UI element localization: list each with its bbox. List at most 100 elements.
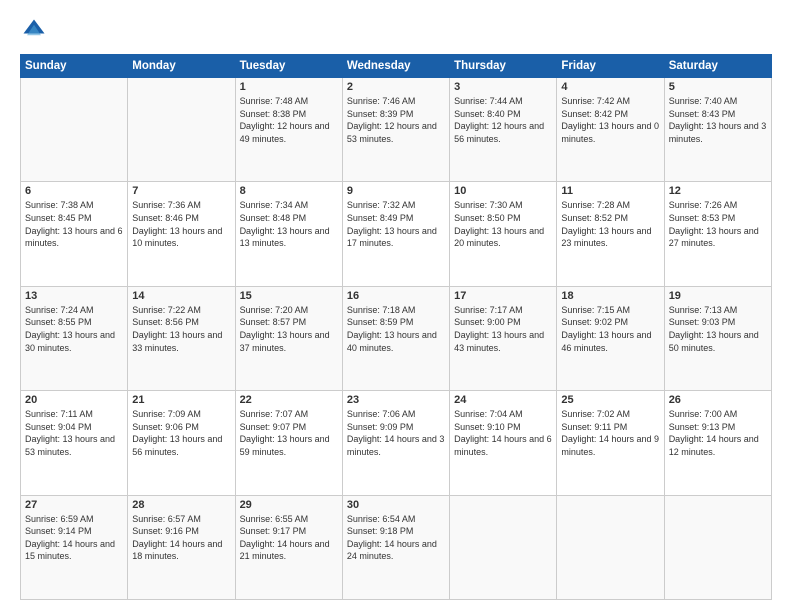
day-number: 15 xyxy=(240,290,338,302)
day-number: 17 xyxy=(454,290,552,302)
day-number: 7 xyxy=(132,185,230,197)
day-info: Sunrise: 7:42 AM Sunset: 8:42 PM Dayligh… xyxy=(561,95,659,145)
table-row xyxy=(450,495,557,599)
day-number: 20 xyxy=(25,394,123,406)
table-row: 13 Sunrise: 7:24 AM Sunset: 8:55 PM Dayli… xyxy=(21,286,128,390)
table-row: 24 Sunrise: 7:04 AM Sunset: 9:10 PM Dayli… xyxy=(450,391,557,495)
day-info: Sunrise: 7:13 AM Sunset: 9:03 PM Dayligh… xyxy=(669,304,767,354)
day-info: Sunrise: 7:26 AM Sunset: 8:53 PM Dayligh… xyxy=(669,199,767,249)
table-row: 8Sunrise: 7:34 AM Sunset: 8:48 PM Daylig… xyxy=(235,182,342,286)
day-number: 4 xyxy=(561,81,659,93)
day-info: Sunrise: 7:07 AM Sunset: 9:07 PM Dayligh… xyxy=(240,408,338,458)
table-row: 3 Sunrise: 7:44 AM Sunset: 8:40 PM Daylig… xyxy=(450,78,557,182)
col-sunday: Sunday xyxy=(21,55,128,78)
day-info: Sunrise: 7:28 AM Sunset: 8:52 PM Dayligh… xyxy=(561,199,659,249)
day-number: 8 xyxy=(240,185,338,197)
table-row: 6 Sunrise: 7:38 AM Sunset: 8:45 PM Daylig… xyxy=(21,182,128,286)
day-number: 25 xyxy=(561,394,659,406)
table-row xyxy=(557,495,664,599)
day-info: Sunrise: 7:36 AM Sunset: 8:46 PM Dayligh… xyxy=(132,199,230,249)
table-row: 23Sunrise: 7:06 AM Sunset: 9:09 PM Dayli… xyxy=(342,391,449,495)
day-info: Sunrise: 7:22 AM Sunset: 8:56 PM Dayligh… xyxy=(132,304,230,354)
day-number: 3 xyxy=(454,81,552,93)
table-row: 5 Sunrise: 7:40 AM Sunset: 8:43 PM Daylig… xyxy=(664,78,771,182)
table-row: 27 Sunrise: 6:59 AM Sunset: 9:14 PM Dayli… xyxy=(21,495,128,599)
table-row xyxy=(128,78,235,182)
day-number: 22 xyxy=(240,394,338,406)
table-row: 26 Sunrise: 7:00 AM Sunset: 9:13 PM Dayli… xyxy=(664,391,771,495)
day-number: 27 xyxy=(25,499,123,511)
table-row: 17 Sunrise: 7:17 AM Sunset: 9:00 PM Dayli… xyxy=(450,286,557,390)
day-number: 12 xyxy=(669,185,767,197)
table-row: 21 Sunrise: 7:09 AM Sunset: 9:06 PM Dayli… xyxy=(128,391,235,495)
col-tuesday: Tuesday xyxy=(235,55,342,78)
table-row: 18 Sunrise: 7:15 AM Sunset: 9:02 PM Dayli… xyxy=(557,286,664,390)
calendar-table: Sunday Monday Tuesday Wednesday Thursday… xyxy=(20,54,772,600)
col-monday: Monday xyxy=(128,55,235,78)
calendar-header-row: Sunday Monday Tuesday Wednesday Thursday… xyxy=(21,55,772,78)
day-info: Sunrise: 7:46 AM Sunset: 8:39 PM Dayligh… xyxy=(347,95,445,145)
calendar-week-row: 6 Sunrise: 7:38 AM Sunset: 8:45 PM Daylig… xyxy=(21,182,772,286)
day-number: 18 xyxy=(561,290,659,302)
day-number: 6 xyxy=(25,185,123,197)
table-row: 15 Sunrise: 7:20 AM Sunset: 8:57 PM Dayli… xyxy=(235,286,342,390)
day-number: 30 xyxy=(347,499,445,511)
day-number: 14 xyxy=(132,290,230,302)
day-info: Sunrise: 6:55 AM Sunset: 9:17 PM Dayligh… xyxy=(240,513,338,563)
header xyxy=(20,16,772,44)
day-info: Sunrise: 7:18 AM Sunset: 8:59 PM Dayligh… xyxy=(347,304,445,354)
day-info: Sunrise: 7:02 AM Sunset: 9:11 PM Dayligh… xyxy=(561,408,659,458)
day-info: Sunrise: 7:20 AM Sunset: 8:57 PM Dayligh… xyxy=(240,304,338,354)
day-number: 29 xyxy=(240,499,338,511)
table-row: 28Sunrise: 6:57 AM Sunset: 9:16 PM Dayli… xyxy=(128,495,235,599)
table-row: 20 Sunrise: 7:11 AM Sunset: 9:04 PM Dayli… xyxy=(21,391,128,495)
day-info: Sunrise: 7:09 AM Sunset: 9:06 PM Dayligh… xyxy=(132,408,230,458)
table-row: 16 Sunrise: 7:18 AM Sunset: 8:59 PM Dayli… xyxy=(342,286,449,390)
day-info: Sunrise: 7:24 AM Sunset: 8:55 PM Dayligh… xyxy=(25,304,123,354)
day-number: 28 xyxy=(132,499,230,511)
logo xyxy=(20,16,52,44)
calendar-week-row: 1 Sunrise: 7:48 AM Sunset: 8:38 PM Daylig… xyxy=(21,78,772,182)
col-friday: Friday xyxy=(557,55,664,78)
table-row: 25 Sunrise: 7:02 AM Sunset: 9:11 PM Dayli… xyxy=(557,391,664,495)
calendar-week-row: 27 Sunrise: 6:59 AM Sunset: 9:14 PM Dayli… xyxy=(21,495,772,599)
day-number: 10 xyxy=(454,185,552,197)
day-info: Sunrise: 6:59 AM Sunset: 9:14 PM Dayligh… xyxy=(25,513,123,563)
table-row xyxy=(21,78,128,182)
calendar-week-row: 13 Sunrise: 7:24 AM Sunset: 8:55 PM Dayli… xyxy=(21,286,772,390)
day-info: Sunrise: 7:17 AM Sunset: 9:00 PM Dayligh… xyxy=(454,304,552,354)
table-row: 7 Sunrise: 7:36 AM Sunset: 8:46 PM Daylig… xyxy=(128,182,235,286)
day-number: 5 xyxy=(669,81,767,93)
day-number: 21 xyxy=(132,394,230,406)
table-row xyxy=(664,495,771,599)
table-row: 10 Sunrise: 7:30 AM Sunset: 8:50 PM Dayli… xyxy=(450,182,557,286)
day-number: 26 xyxy=(669,394,767,406)
day-info: Sunrise: 7:48 AM Sunset: 8:38 PM Dayligh… xyxy=(240,95,338,145)
calendar-week-row: 20 Sunrise: 7:11 AM Sunset: 9:04 PM Dayli… xyxy=(21,391,772,495)
day-number: 19 xyxy=(669,290,767,302)
day-info: Sunrise: 7:40 AM Sunset: 8:43 PM Dayligh… xyxy=(669,95,767,145)
page: Sunday Monday Tuesday Wednesday Thursday… xyxy=(0,0,792,612)
logo-icon xyxy=(20,16,48,44)
table-row: 14 Sunrise: 7:22 AM Sunset: 8:56 PM Dayli… xyxy=(128,286,235,390)
day-number: 24 xyxy=(454,394,552,406)
day-number: 11 xyxy=(561,185,659,197)
day-info: Sunrise: 7:04 AM Sunset: 9:10 PM Dayligh… xyxy=(454,408,552,458)
col-thursday: Thursday xyxy=(450,55,557,78)
day-info: Sunrise: 7:06 AM Sunset: 9:09 PM Dayligh… xyxy=(347,408,445,458)
day-info: Sunrise: 7:44 AM Sunset: 8:40 PM Dayligh… xyxy=(454,95,552,145)
day-info: Sunrise: 7:38 AM Sunset: 8:45 PM Dayligh… xyxy=(25,199,123,249)
day-info: Sunrise: 7:30 AM Sunset: 8:50 PM Dayligh… xyxy=(454,199,552,249)
day-info: Sunrise: 7:00 AM Sunset: 9:13 PM Dayligh… xyxy=(669,408,767,458)
day-number: 16 xyxy=(347,290,445,302)
day-info: Sunrise: 7:15 AM Sunset: 9:02 PM Dayligh… xyxy=(561,304,659,354)
table-row: 19 Sunrise: 7:13 AM Sunset: 9:03 PM Dayli… xyxy=(664,286,771,390)
day-number: 13 xyxy=(25,290,123,302)
table-row: 9Sunrise: 7:32 AM Sunset: 8:49 PM Daylig… xyxy=(342,182,449,286)
day-number: 9 xyxy=(347,185,445,197)
day-info: Sunrise: 6:54 AM Sunset: 9:18 PM Dayligh… xyxy=(347,513,445,563)
day-info: Sunrise: 7:11 AM Sunset: 9:04 PM Dayligh… xyxy=(25,408,123,458)
table-row: 22 Sunrise: 7:07 AM Sunset: 9:07 PM Dayli… xyxy=(235,391,342,495)
day-number: 1 xyxy=(240,81,338,93)
col-wednesday: Wednesday xyxy=(342,55,449,78)
